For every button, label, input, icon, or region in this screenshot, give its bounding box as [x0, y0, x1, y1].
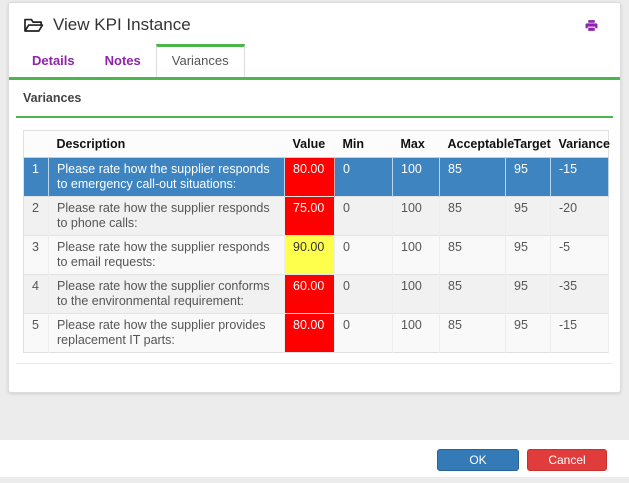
cell-description: Please rate how the supplier provides re… — [49, 314, 285, 353]
cell-description: Please rate how the supplier responds to… — [49, 158, 285, 197]
column-header-value: Value — [285, 131, 335, 158]
cell-min: 0 — [335, 314, 393, 353]
column-header-description: Description — [49, 131, 285, 158]
tab-details[interactable]: Details — [17, 45, 90, 77]
cell-variance: -20 — [551, 197, 609, 236]
column-header-min: Min — [335, 131, 393, 158]
footer-bar: OK Cancel — [0, 440, 629, 477]
ok-button[interactable]: OK — [437, 449, 519, 471]
cell-min: 0 — [335, 275, 393, 314]
column-header-num — [24, 131, 49, 158]
section-title: Variances — [23, 91, 606, 105]
cell-value: 80.00 — [285, 158, 335, 197]
cell-num: 5 — [24, 314, 49, 353]
table-row[interactable]: 5Please rate how the supplier provides r… — [24, 314, 609, 353]
cell-value: 60.00 — [285, 275, 335, 314]
cell-num: 3 — [24, 236, 49, 275]
open-folder-icon — [23, 17, 44, 34]
cell-max: 100 — [393, 197, 440, 236]
cell-description: Please rate how the supplier responds to… — [49, 197, 285, 236]
tab-variances[interactable]: Variances — [156, 44, 245, 77]
cell-target: 95 — [506, 275, 551, 314]
tab-bar: Details Notes Variances — [9, 44, 620, 80]
cell-acceptable: 85 — [440, 158, 506, 197]
cell-max: 100 — [393, 158, 440, 197]
cell-target: 95 — [506, 197, 551, 236]
cell-variance: -15 — [551, 158, 609, 197]
cell-target: 95 — [506, 314, 551, 353]
cell-value: 80.00 — [285, 314, 335, 353]
cancel-button[interactable]: Cancel — [527, 449, 607, 471]
cell-max: 100 — [393, 314, 440, 353]
cell-max: 100 — [393, 275, 440, 314]
cell-target: 95 — [506, 158, 551, 197]
table-row[interactable]: 3Please rate how the supplier responds t… — [24, 236, 609, 275]
cell-acceptable: 85 — [440, 314, 506, 353]
column-header-max: Max — [393, 131, 440, 158]
cell-min: 0 — [335, 197, 393, 236]
dialog-header: View KPI Instance — [9, 3, 620, 37]
cell-acceptable: 85 — [440, 236, 506, 275]
cell-target: 95 — [506, 236, 551, 275]
cell-variance: -15 — [551, 314, 609, 353]
column-header-acceptable: Acceptable — [440, 131, 506, 158]
cell-description: Please rate how the supplier conforms to… — [49, 275, 285, 314]
cell-min: 0 — [335, 158, 393, 197]
cell-variance: -5 — [551, 236, 609, 275]
table-header-row: Description Value Min Max Acceptable Tar… — [24, 131, 609, 158]
cell-num: 1 — [24, 158, 49, 197]
cell-acceptable: 85 — [440, 197, 506, 236]
cell-num: 4 — [24, 275, 49, 314]
cell-num: 2 — [24, 197, 49, 236]
table-row[interactable]: 1Please rate how the supplier responds t… — [24, 158, 609, 197]
cell-variance: -35 — [551, 275, 609, 314]
cell-acceptable: 85 — [440, 275, 506, 314]
panel-bottom-divider — [16, 363, 613, 364]
table-row[interactable]: 2Please rate how the supplier responds t… — [24, 197, 609, 236]
tab-notes[interactable]: Notes — [90, 45, 156, 77]
table-row[interactable]: 4Please rate how the supplier conforms t… — [24, 275, 609, 314]
view-kpi-instance-dialog: View KPI Instance Details Notes Variance… — [8, 2, 621, 393]
variances-section: Variances Description Value Min Max Acce… — [9, 91, 620, 364]
print-icon[interactable] — [585, 19, 598, 32]
cell-value: 90.00 — [285, 236, 335, 275]
cell-description: Please rate how the supplier responds to… — [49, 236, 285, 275]
column-header-variance: Variance — [551, 131, 609, 158]
page-title: View KPI Instance — [53, 15, 585, 35]
section-divider — [16, 116, 613, 118]
cell-min: 0 — [335, 236, 393, 275]
cell-max: 100 — [393, 236, 440, 275]
variances-table: Description Value Min Max Acceptable Tar… — [23, 130, 609, 353]
cell-value: 75.00 — [285, 197, 335, 236]
